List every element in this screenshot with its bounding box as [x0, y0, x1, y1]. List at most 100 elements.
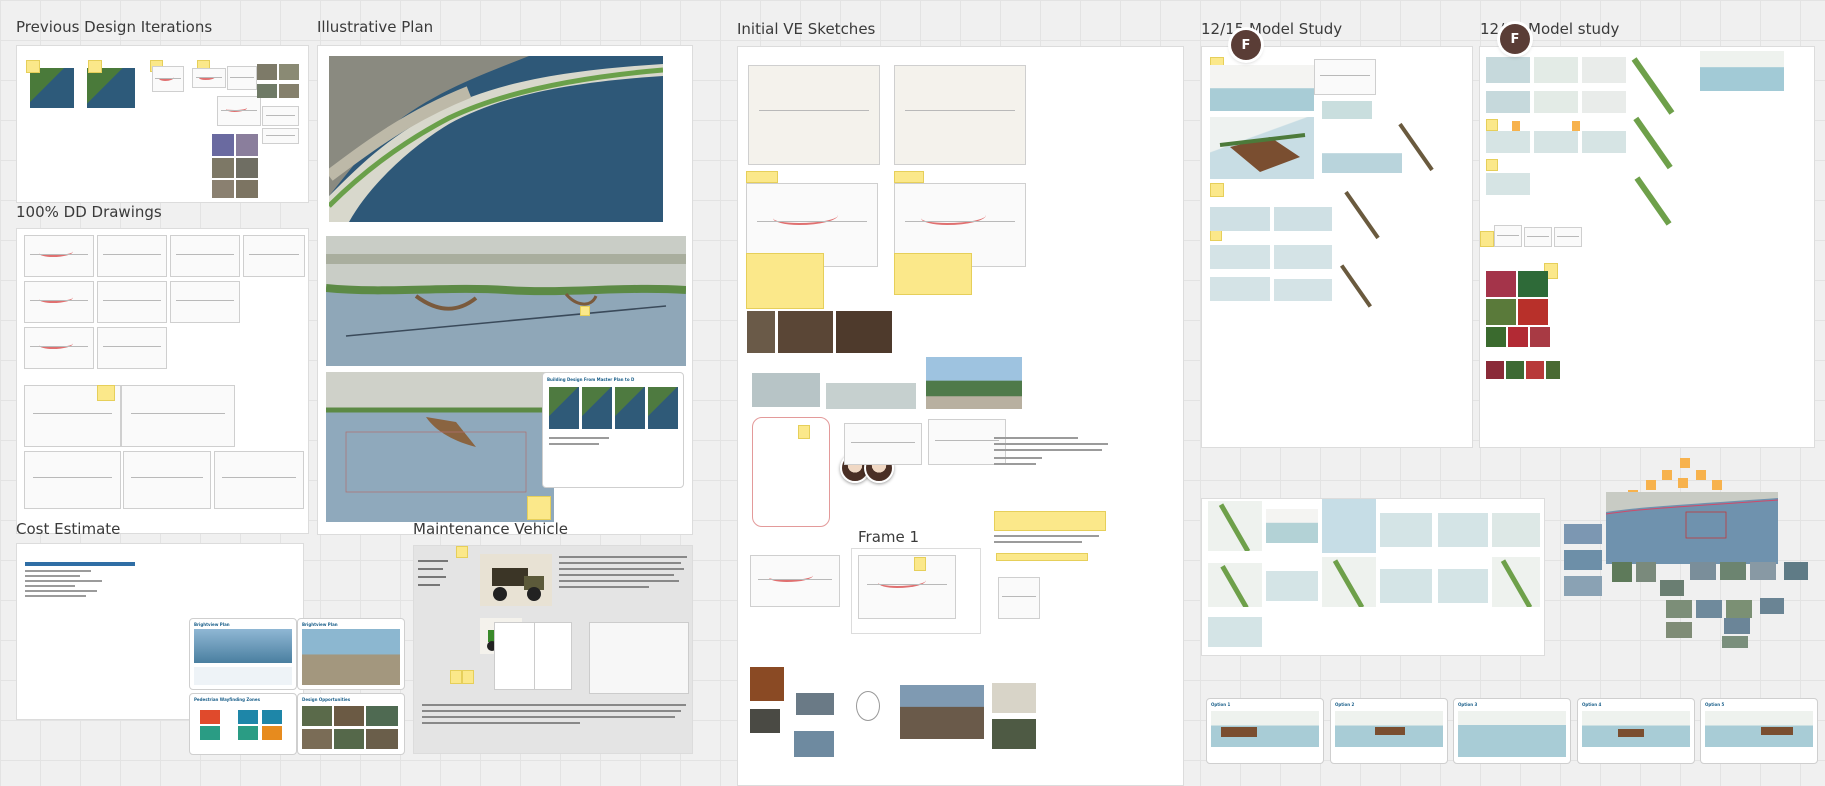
brochure-page[interactable]	[534, 622, 572, 690]
design-card[interactable]: Pedestrian Wayfinding Zones	[189, 693, 297, 755]
drawing-sheet[interactable]	[243, 235, 305, 277]
frame-title-previous-design[interactable]: Previous Design Iterations	[16, 18, 212, 36]
sticky-note[interactable]	[1486, 159, 1498, 171]
sticky-note[interactable]	[746, 253, 824, 309]
site-photo[interactable]	[1724, 618, 1750, 634]
model-render[interactable]	[1210, 277, 1270, 301]
sticky-note[interactable]	[894, 171, 924, 183]
sticky-note-orange[interactable]	[1572, 121, 1580, 131]
frame-title-frame1[interactable]: Frame 1	[858, 528, 919, 546]
sketch-thumb[interactable]	[262, 128, 299, 144]
site-photo[interactable]	[1726, 600, 1752, 618]
frame-title-initial-ve[interactable]: Initial VE Sketches	[737, 20, 875, 38]
sketch-thumb[interactable]	[192, 68, 226, 88]
photo-thumb[interactable]	[236, 134, 258, 156]
model-render[interactable]	[1438, 513, 1488, 547]
site-photo[interactable]	[1660, 580, 1684, 596]
sketch-thumb[interactable]	[1314, 59, 1376, 95]
plant-photo[interactable]	[1508, 327, 1528, 347]
frame-maintenance-vehicle[interactable]	[413, 545, 693, 754]
photo-thumb[interactable]	[257, 84, 277, 98]
drawing-sheet[interactable]	[123, 451, 211, 509]
option-card[interactable]: Option 1	[1206, 698, 1324, 764]
sticky-note[interactable]	[1210, 183, 1224, 197]
sticky-note[interactable]	[798, 425, 810, 439]
sticky-note[interactable]	[580, 306, 590, 316]
model-render[interactable]	[1274, 245, 1332, 269]
site-plan-image[interactable]	[329, 56, 663, 222]
aerial-thumb[interactable]	[87, 68, 135, 108]
sticky-note-orange[interactable]	[1678, 478, 1688, 488]
plant-photo[interactable]	[1486, 327, 1506, 347]
model-render[interactable]	[1266, 571, 1318, 601]
diagonal-ramp-model[interactable]	[1631, 57, 1675, 115]
model-render[interactable]	[1274, 279, 1332, 301]
sketch-thumb[interactable]	[152, 66, 184, 92]
site-plan-image[interactable]	[326, 236, 686, 366]
highlighted-sketch[interactable]	[752, 417, 830, 527]
model-render[interactable]	[1322, 557, 1376, 607]
sticky-note[interactable]	[894, 253, 972, 295]
model-render[interactable]	[1208, 501, 1262, 551]
sketch-thumb[interactable]	[227, 66, 257, 90]
site-photo[interactable]	[1564, 524, 1602, 544]
model-render[interactable]	[1274, 207, 1332, 231]
site-photo[interactable]	[1636, 562, 1656, 582]
option-card[interactable]: Option 3	[1453, 698, 1571, 764]
model-render[interactable]	[1208, 563, 1262, 607]
sticky-note[interactable]	[1480, 231, 1494, 247]
sketch-thumb[interactable]	[217, 96, 261, 126]
model-render[interactable]	[1534, 131, 1578, 153]
sticky-note-orange[interactable]	[1696, 470, 1706, 480]
diagonal-ramp-model[interactable]	[1633, 116, 1673, 170]
photo-thumb[interactable]	[826, 383, 916, 409]
model-render[interactable]	[1582, 57, 1626, 83]
photo-thumb[interactable]	[796, 693, 834, 715]
frame-title-maintenance[interactable]: Maintenance Vehicle	[413, 520, 568, 538]
aerial-thumb[interactable]	[30, 68, 74, 108]
sticky-note[interactable]	[97, 385, 115, 401]
spiral-sketch-icon[interactable]	[856, 691, 880, 721]
photo-thumb[interactable]	[926, 357, 1022, 409]
comparison-table[interactable]	[589, 622, 689, 694]
model-render[interactable]	[1210, 245, 1270, 269]
design-summary-card[interactable]: Building Design From Master Plan to D	[542, 372, 684, 488]
sticky-note[interactable]	[462, 670, 474, 684]
plant-photo[interactable]	[1486, 271, 1516, 297]
sketch-thumb[interactable]	[262, 106, 299, 126]
site-photo[interactable]	[1690, 562, 1716, 580]
photo-thumb[interactable]	[750, 667, 784, 701]
model-render[interactable]	[1582, 131, 1626, 153]
sticky-note[interactable]	[746, 171, 778, 183]
sketch-thumb[interactable]	[1554, 227, 1582, 247]
photo-thumb[interactable]	[794, 731, 834, 757]
sticky-note[interactable]	[88, 60, 102, 73]
site-photo[interactable]	[1696, 600, 1722, 618]
model-render[interactable]	[1266, 509, 1318, 543]
plant-photo[interactable]	[1518, 271, 1548, 297]
model-render[interactable]	[1210, 117, 1314, 179]
drawing-sheet[interactable]	[170, 281, 240, 323]
plant-photo[interactable]	[1546, 361, 1560, 379]
model-render[interactable]	[1380, 569, 1432, 603]
collaborator-avatar[interactable]: F	[1231, 30, 1261, 60]
site-plan-image[interactable]	[326, 372, 554, 522]
model-render[interactable]	[1438, 569, 1488, 603]
sticky-note-orange[interactable]	[1680, 458, 1690, 468]
model-render[interactable]	[1210, 207, 1270, 231]
photo-thumb[interactable]	[900, 685, 984, 739]
drawing-sheet[interactable]	[121, 385, 235, 447]
drawing-sheet[interactable]	[170, 235, 240, 277]
model-render[interactable]	[1380, 513, 1432, 547]
photo-thumb[interactable]	[992, 719, 1036, 749]
site-photo[interactable]	[1666, 600, 1692, 618]
option-card[interactable]: Option 4	[1577, 698, 1695, 764]
model-render[interactable]	[1582, 91, 1626, 113]
frame-model-study-1215[interactable]	[1201, 46, 1473, 448]
site-photo[interactable]	[1720, 562, 1746, 580]
photo-thumb[interactable]	[236, 180, 258, 198]
cost-spreadsheet[interactable]	[25, 562, 135, 612]
model-render[interactable]	[1492, 513, 1540, 547]
diagonal-ramp-model[interactable]	[1634, 176, 1672, 226]
drawing-sheet[interactable]	[24, 235, 94, 277]
